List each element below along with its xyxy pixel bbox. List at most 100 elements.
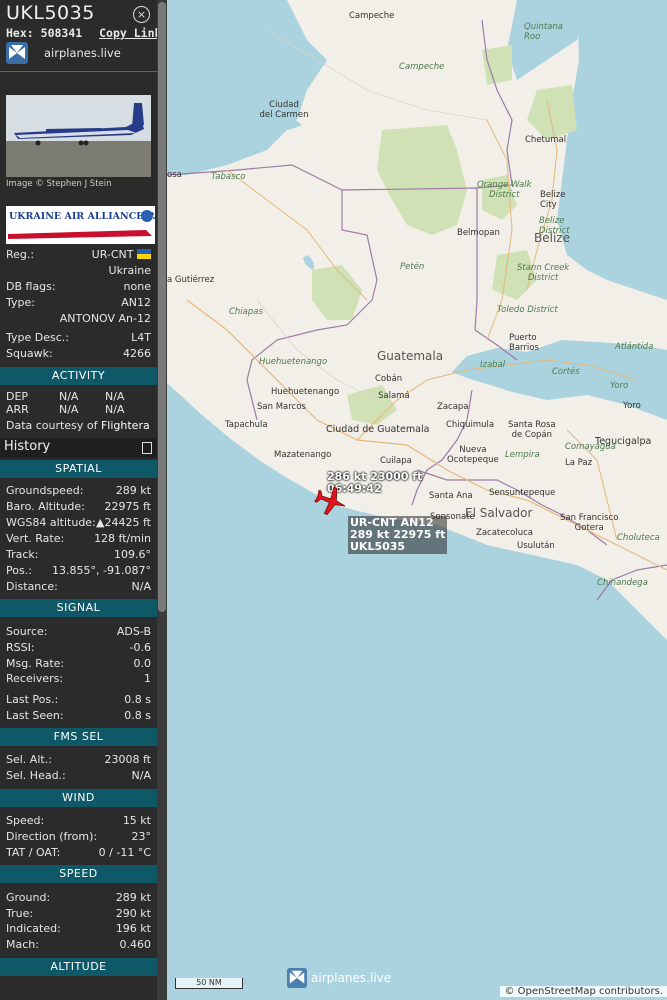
label-san-francisco-gotera: San Francisco Gotera — [560, 513, 619, 533]
tat-value: 0 / -11 °C — [98, 846, 151, 859]
groundspeed-label: Groundspeed: — [6, 484, 84, 497]
label-mazatenango: Mazatenango — [274, 450, 332, 460]
airplanes-live-icon — [6, 42, 28, 64]
lastpos-row: Last Pos.: 0.8 s — [6, 692, 151, 707]
indicated-row: Indicated: 196 kt — [6, 921, 151, 936]
label-choluteca: Choluteca — [617, 533, 660, 543]
expand-icon[interactable] — [142, 442, 152, 454]
label-puerto-barrios: Puerto Barrios — [509, 333, 539, 353]
selalt-row: Sel. Alt.: 23008 ft — [6, 752, 151, 767]
selalt-label: Sel. Alt.: — [6, 753, 52, 766]
lastseen-row: Last Seen: 0.8 s — [6, 708, 151, 723]
true-row: True: 290 kt — [6, 906, 151, 921]
typedesc-label: Type Desc.: — [6, 331, 69, 344]
label-belmopan: Belmopan — [457, 228, 500, 238]
hex-label: Hex: — [6, 26, 34, 40]
aircraft-marker-icon[interactable] — [314, 484, 348, 518]
map-attribution[interactable]: © OpenStreetMap contributors. — [500, 986, 667, 997]
copy-link[interactable]: Copy Link — [99, 26, 157, 40]
track-label: Track: — [6, 548, 39, 561]
wgs-row: WGS84 altitude: ▲24425 ft — [6, 515, 151, 530]
msgrate-row: Msg. Rate: 0.0 — [6, 656, 151, 671]
wgs-value: ▲24425 ft — [96, 516, 151, 529]
label-la-paz: La Paz — [565, 458, 593, 468]
dbflags-label: DB flags: — [6, 280, 56, 293]
label-el-salvador: El Salvador — [465, 506, 533, 520]
ground-label: Ground: — [6, 891, 51, 904]
operator-logo: UKRAINE AIR ALLIANCE P.JSC. — [6, 206, 157, 244]
label-chiapas: Chiapas — [229, 307, 263, 317]
squawk-row: Squawk: 4266 — [6, 346, 151, 361]
type-name-row: ANTONOV An-12 — [6, 311, 151, 326]
watermark-text: airplanes.live — [311, 971, 392, 985]
map-view[interactable]: Campeche Campeche Ciudad del Carmen Quin… — [167, 0, 667, 1000]
section-activity: ACTIVITY — [0, 367, 157, 385]
wgs-label: WGS84 altitude: — [6, 516, 96, 529]
reg-value: UR-CNT — [92, 247, 151, 262]
close-button[interactable]: × — [133, 6, 150, 23]
label-usulutan: Usulután — [517, 541, 555, 551]
msgrate-label: Msg. Rate: — [6, 657, 65, 670]
type-row: Type: AN12 — [6, 295, 151, 310]
airplanes-live-text: airplanes.live — [44, 46, 121, 60]
aircraft-photo[interactable] — [6, 95, 151, 177]
label-chiquimula: Chiquimula — [446, 420, 495, 430]
reg-row: Reg.: UR-CNT — [6, 247, 151, 262]
label-ciudad-de-guatemala: Ciudad de Guatemala — [326, 424, 430, 435]
receivers-row: Receivers: 1 — [6, 671, 151, 686]
ukraine-flag-icon — [137, 249, 151, 259]
label-guatemala: Guatemala — [377, 349, 444, 363]
label-belize: Belize — [534, 231, 570, 245]
history-title: History — [4, 439, 51, 454]
wind-speed-row: Speed: 15 kt — [6, 813, 151, 828]
sidebar-scrollbar[interactable] — [157, 0, 167, 1000]
distance-row: Distance: N/A — [6, 579, 151, 594]
mach-value: 0.460 — [119, 938, 152, 951]
hex-value: 508341 — [40, 26, 83, 40]
tat-row: TAT / OAT: 0 / -11 °C — [6, 845, 151, 860]
label-chetumal: Chetumal — [525, 135, 567, 145]
courtesy-text: Data courtesy of Flightera — [6, 418, 150, 433]
msgrate-value: 0.0 — [133, 657, 152, 670]
true-value: 290 kt — [115, 907, 151, 920]
baro-label: Baro. Altitude: — [6, 500, 85, 513]
label-tabasco: Tabasco — [211, 172, 246, 182]
label-osa: osa — [167, 170, 182, 180]
aircraft-label[interactable]: UR-CNT AN12 289 kt 22975 ft UKL5035 — [348, 516, 448, 554]
source-value: ADS-B — [116, 625, 151, 638]
airplanes-live-link[interactable]: airplanes.live — [6, 41, 121, 65]
aircraft-photo-image — [6, 95, 151, 177]
arr-label: ARR — [6, 403, 29, 416]
arr-value-a: N/A — [59, 403, 79, 416]
type-value: AN12 — [121, 296, 151, 309]
aircraft-label-callsign: UKL5035 — [350, 540, 406, 553]
scrollbar-thumb[interactable] — [158, 2, 166, 612]
typedesc-value: L4T — [131, 331, 151, 344]
reg-label: Reg.: — [6, 248, 35, 261]
flightera-link[interactable]: Flightera — [101, 419, 150, 432]
arr-value-b: N/A — [105, 403, 125, 416]
label-santa-ana: Santa Ana — [429, 491, 473, 501]
rssi-value: -0.6 — [129, 641, 151, 654]
distance-value: N/A — [131, 580, 151, 593]
section-wind: WIND — [0, 789, 157, 807]
label-tegucigalpa: Tegucigalpa — [595, 436, 652, 447]
pos-value: 13.855°, -91.087° — [52, 564, 151, 577]
label-tapachula: Tapachula — [225, 420, 268, 430]
label-peten: Petén — [400, 262, 425, 272]
section-speed: SPEED — [0, 865, 157, 883]
label-stann-creek: Stann Creek District — [517, 263, 570, 283]
indicated-value: 196 kt — [115, 922, 151, 935]
courtesy-row: Data courtesy of Flightera — [6, 418, 151, 433]
type-label: Type: — [6, 296, 35, 309]
operator-logo-graphic — [8, 210, 153, 239]
airplanes-live-watermark-icon — [287, 968, 307, 988]
baro-value: 22975 ft — [104, 500, 151, 513]
history-header[interactable]: History — [0, 438, 157, 458]
vrate-row: Vert. Rate: 128 ft/min — [6, 531, 151, 546]
mach-row: Mach: 0.460 — [6, 937, 151, 952]
section-signal: SIGNAL — [0, 599, 157, 617]
wind-dir-row: Direction (from): 23° — [6, 829, 151, 844]
label-cuilapa: Cuilapa — [380, 456, 412, 466]
label-belize-city: Belize City — [540, 190, 566, 210]
